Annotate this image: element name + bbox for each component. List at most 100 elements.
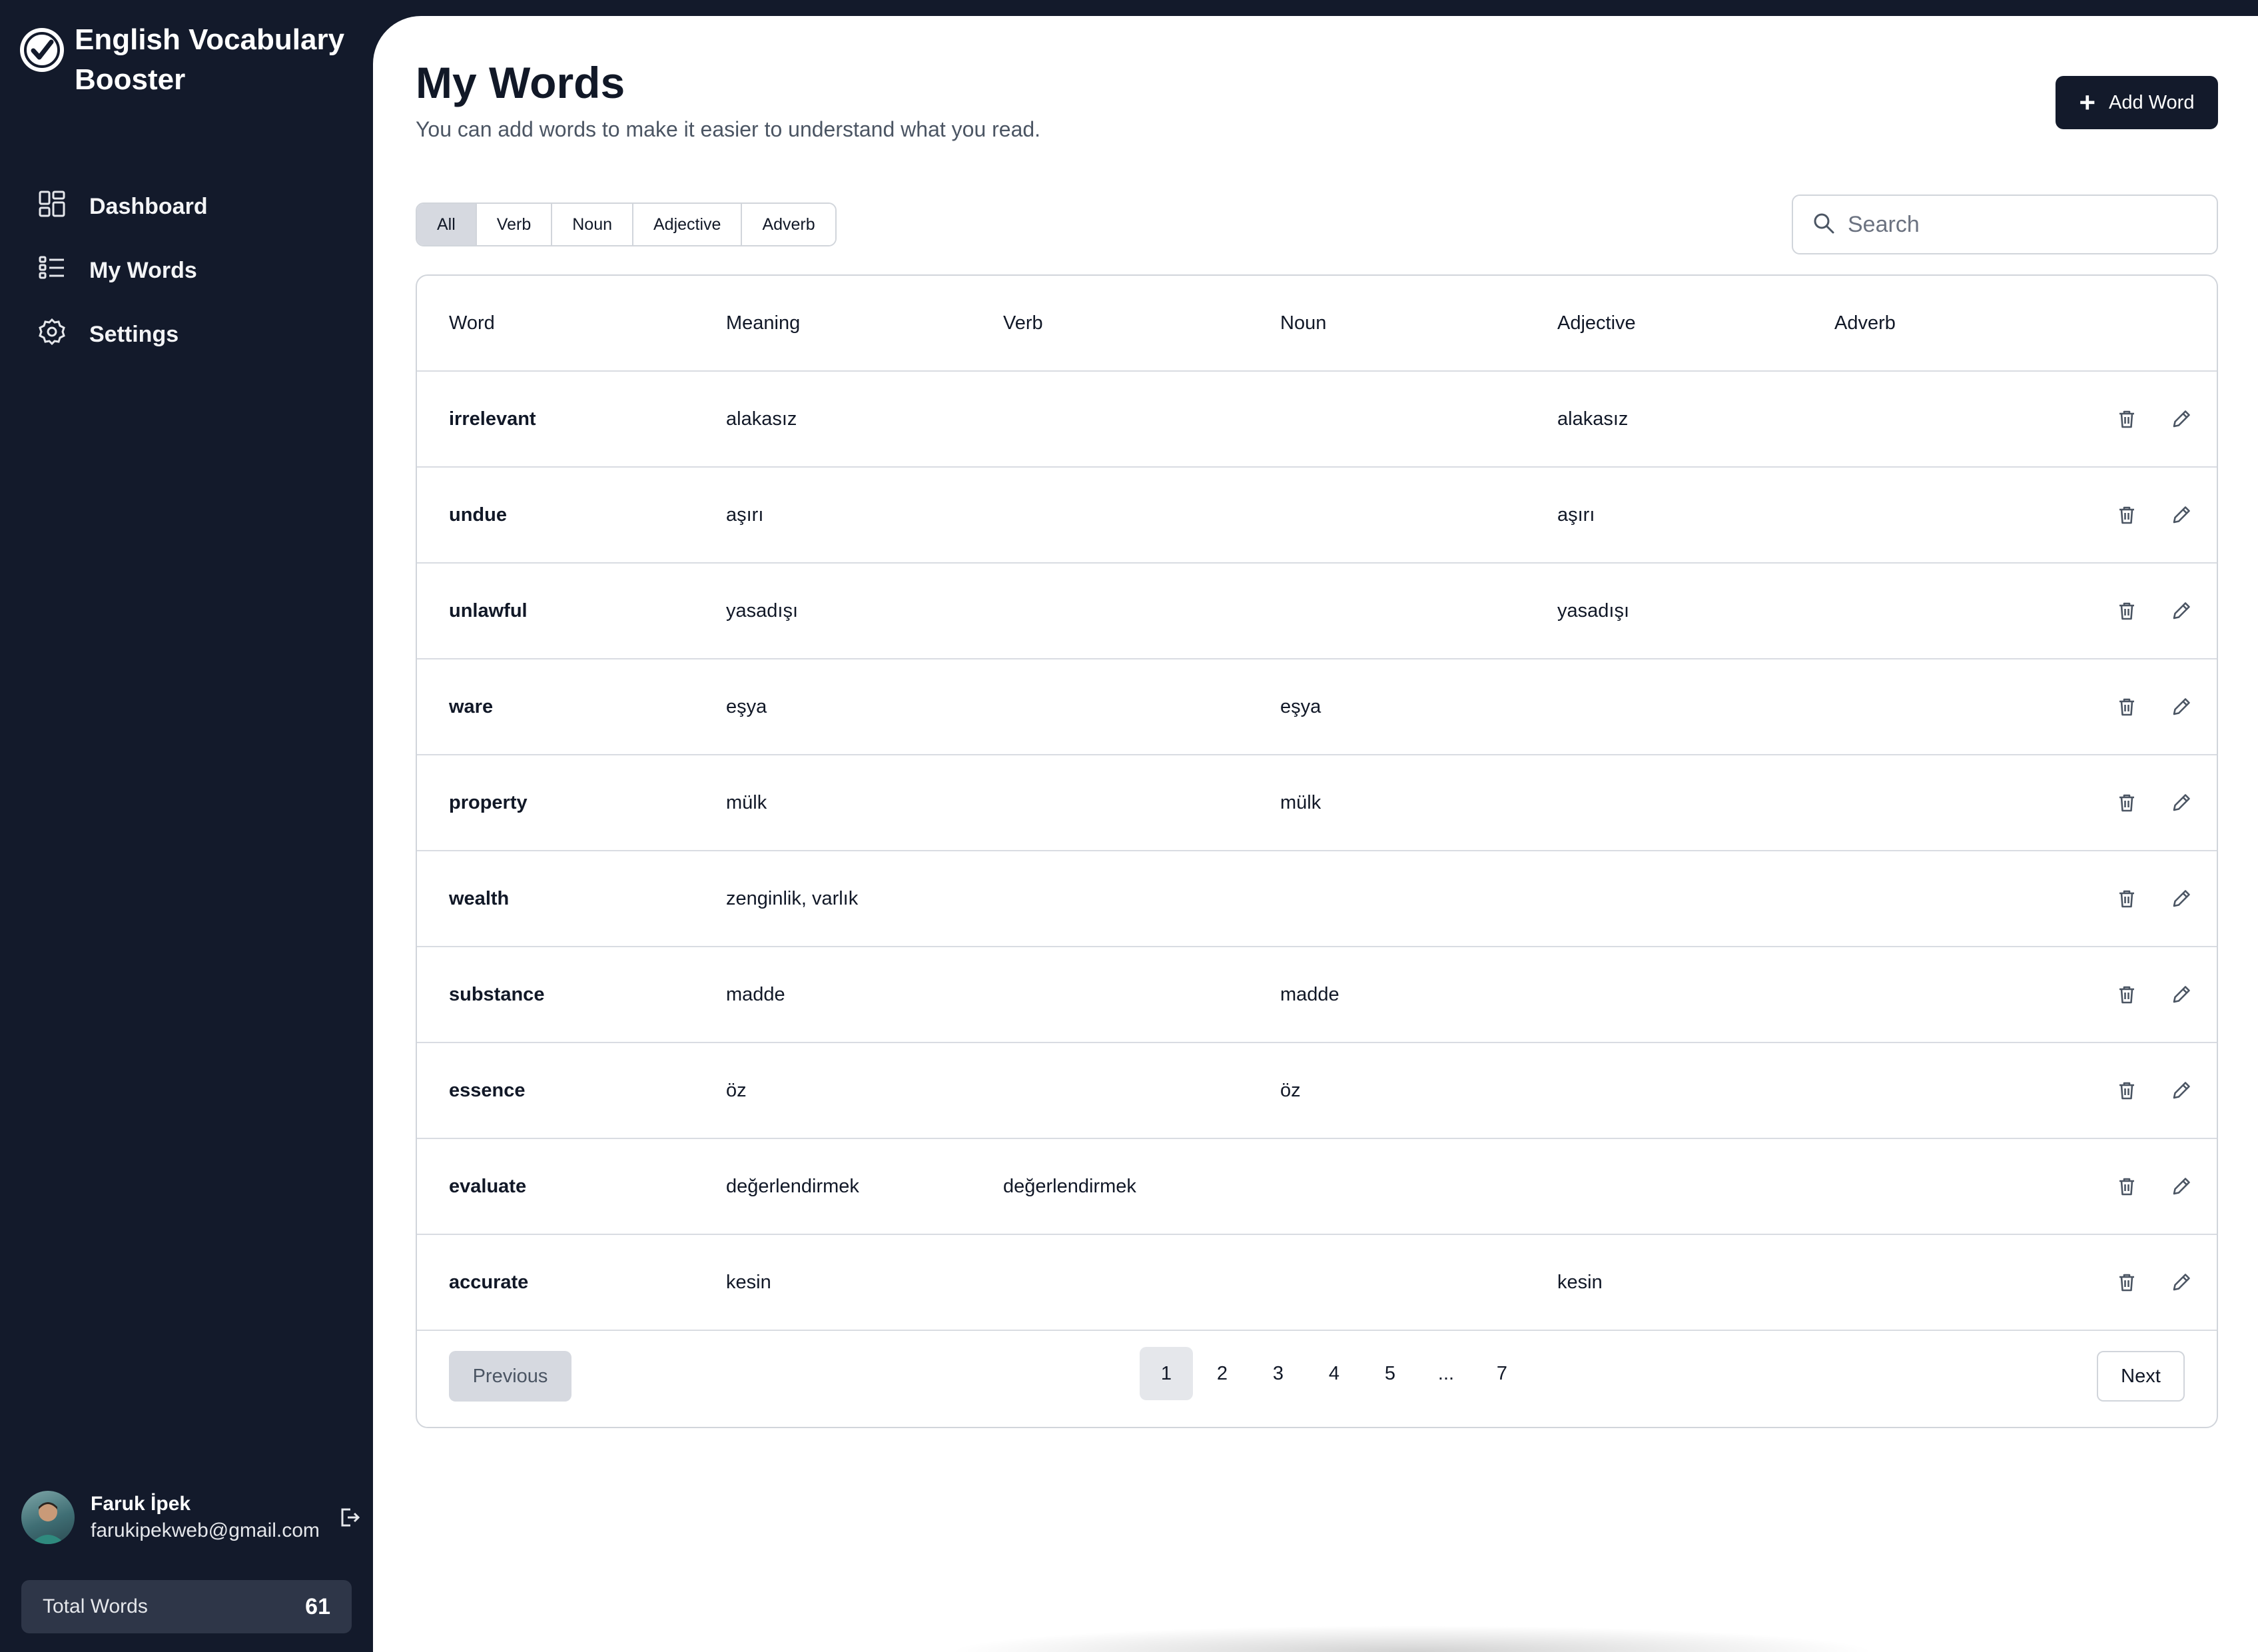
trash-icon[interactable] (2115, 600, 2138, 622)
page-subtitle: You can add words to make it easier to u… (416, 117, 1041, 141)
search-input[interactable] (1848, 211, 2207, 238)
table-row: ware eşya eşya (417, 659, 2217, 755)
meaning-cell: mülk (726, 791, 767, 813)
meaning-cell: zenginlik, varlık (726, 887, 859, 909)
trash-icon[interactable] (2115, 983, 2138, 1006)
filter-adjective[interactable]: Adjective (633, 204, 743, 245)
sidebar-item-label: Settings (89, 321, 179, 347)
word-cell: essence (449, 1079, 526, 1101)
filter-noun[interactable]: Noun (552, 204, 633, 245)
sidebar-item-dashboard[interactable]: Dashboard (37, 175, 208, 238)
word-cell: undue (449, 504, 507, 526)
word-cell: property (449, 791, 528, 813)
column-header-adjective: Adjective (1557, 312, 1636, 334)
pencil-icon[interactable] (2170, 504, 2193, 526)
user-email: farukipekweb@gmail.com (91, 1519, 320, 1541)
adjective-cell: aşırı (1557, 504, 1595, 526)
adjective-cell: kesin (1557, 1271, 1603, 1293)
column-header-adverb: Adverb (1834, 312, 1896, 334)
trash-icon[interactable] (2115, 887, 2138, 910)
page-number[interactable]: 4 (1308, 1347, 1361, 1400)
previous-button[interactable]: Previous (449, 1351, 571, 1402)
row-actions (2115, 504, 2193, 526)
sidebar-item-label: My Words (89, 257, 197, 283)
sidebar: English Vocabulary Booster Dashboard My … (0, 0, 373, 1652)
word-cell: irrelevant (449, 408, 536, 430)
filter-verb[interactable]: Verb (476, 204, 553, 245)
filter-all[interactable]: All (417, 204, 477, 245)
table-row: undue aşırı aşırı (417, 468, 2217, 564)
page-number[interactable]: 1 (1140, 1347, 1193, 1400)
pencil-icon[interactable] (2170, 983, 2193, 1006)
column-header-noun: Noun (1280, 312, 1327, 334)
decorative-shadow (946, 1625, 1878, 1652)
trash-icon[interactable] (2115, 1079, 2138, 1102)
noun-cell: mülk (1280, 791, 1321, 813)
pencil-icon[interactable] (2170, 695, 2193, 718)
row-actions (2115, 1175, 2193, 1198)
trash-icon[interactable] (2115, 408, 2138, 430)
page-ellipsis: ... (1437, 1362, 1455, 1384)
meaning-cell: öz (726, 1079, 747, 1101)
table-row: essence öz öz (417, 1043, 2217, 1139)
list-icon (37, 253, 89, 288)
page-number[interactable]: 2 (1196, 1347, 1249, 1400)
page-title: My Words (416, 58, 625, 107)
checkmark-logo-icon (20, 28, 64, 72)
row-actions (2115, 983, 2193, 1006)
brand[interactable]: English Vocabulary Booster (20, 20, 354, 100)
filter-adverb[interactable]: Adverb (742, 204, 835, 245)
sidebar-item-settings[interactable]: Settings (37, 302, 208, 366)
pencil-icon[interactable] (2170, 1271, 2193, 1294)
page-number[interactable]: 7 (1475, 1347, 1529, 1400)
meaning-cell: yasadışı (726, 600, 798, 621)
total-words-card: Total Words 61 (21, 1580, 352, 1633)
pencil-icon[interactable] (2170, 1079, 2193, 1102)
pencil-icon[interactable] (2170, 791, 2193, 814)
gear-icon (37, 317, 89, 352)
total-words-label: Total Words (43, 1595, 148, 1617)
trash-icon[interactable] (2115, 1175, 2138, 1198)
trash-icon[interactable] (2115, 791, 2138, 814)
row-actions (2115, 600, 2193, 622)
app-title: English Vocabulary Booster (75, 23, 345, 96)
dashboard-icon (37, 189, 89, 224)
sidebar-nav: Dashboard My Words Settings (37, 175, 208, 366)
page-numbers: 1 2 3 4 5... 7 (1140, 1347, 1531, 1400)
avatar[interactable] (21, 1491, 75, 1544)
logout-icon[interactable] (337, 1505, 361, 1533)
add-word-button[interactable]: + Add Word (2056, 76, 2218, 129)
adjective-cell: yasadışı (1557, 600, 1629, 621)
row-actions (2115, 887, 2193, 910)
page-number[interactable]: 5 (1363, 1347, 1417, 1400)
column-header-meaning: Meaning (726, 312, 801, 334)
next-button[interactable]: Next (2097, 1351, 2185, 1402)
user-name: Faruk İpek (91, 1493, 191, 1515)
trash-icon[interactable] (2115, 695, 2138, 718)
total-words-count: 61 (305, 1593, 330, 1619)
pencil-icon[interactable] (2170, 887, 2193, 910)
row-actions (2115, 408, 2193, 430)
word-cell: substance (449, 983, 545, 1005)
meaning-cell: eşya (726, 695, 767, 717)
pencil-icon[interactable] (2170, 600, 2193, 622)
page-number[interactable]: 3 (1252, 1347, 1305, 1400)
sidebar-item-label: Dashboard (89, 193, 208, 219)
table-row: evaluate değerlendirmek değerlendirmek (417, 1139, 2217, 1235)
sidebar-item-my-words[interactable]: My Words (37, 238, 208, 302)
main-content: My Words You can add words to make it ea… (373, 16, 2258, 1652)
trash-icon[interactable] (2115, 1271, 2138, 1294)
type-filter-group: All Verb Noun Adjective Adverb (416, 203, 837, 246)
words-table: Word Meaning Verb Noun Adjective Adverb … (416, 274, 2218, 1428)
trash-icon[interactable] (2115, 504, 2138, 526)
meaning-cell: kesin (726, 1271, 771, 1293)
noun-cell: madde (1280, 983, 1339, 1005)
meaning-cell: alakasız (726, 408, 797, 430)
pencil-icon[interactable] (2170, 1175, 2193, 1198)
word-cell: ware (449, 695, 494, 717)
word-cell: accurate (449, 1271, 529, 1293)
table-row: substance madde madde (417, 947, 2217, 1043)
search-box (1792, 195, 2218, 254)
pencil-icon[interactable] (2170, 408, 2193, 430)
column-header-word: Word (449, 312, 495, 334)
